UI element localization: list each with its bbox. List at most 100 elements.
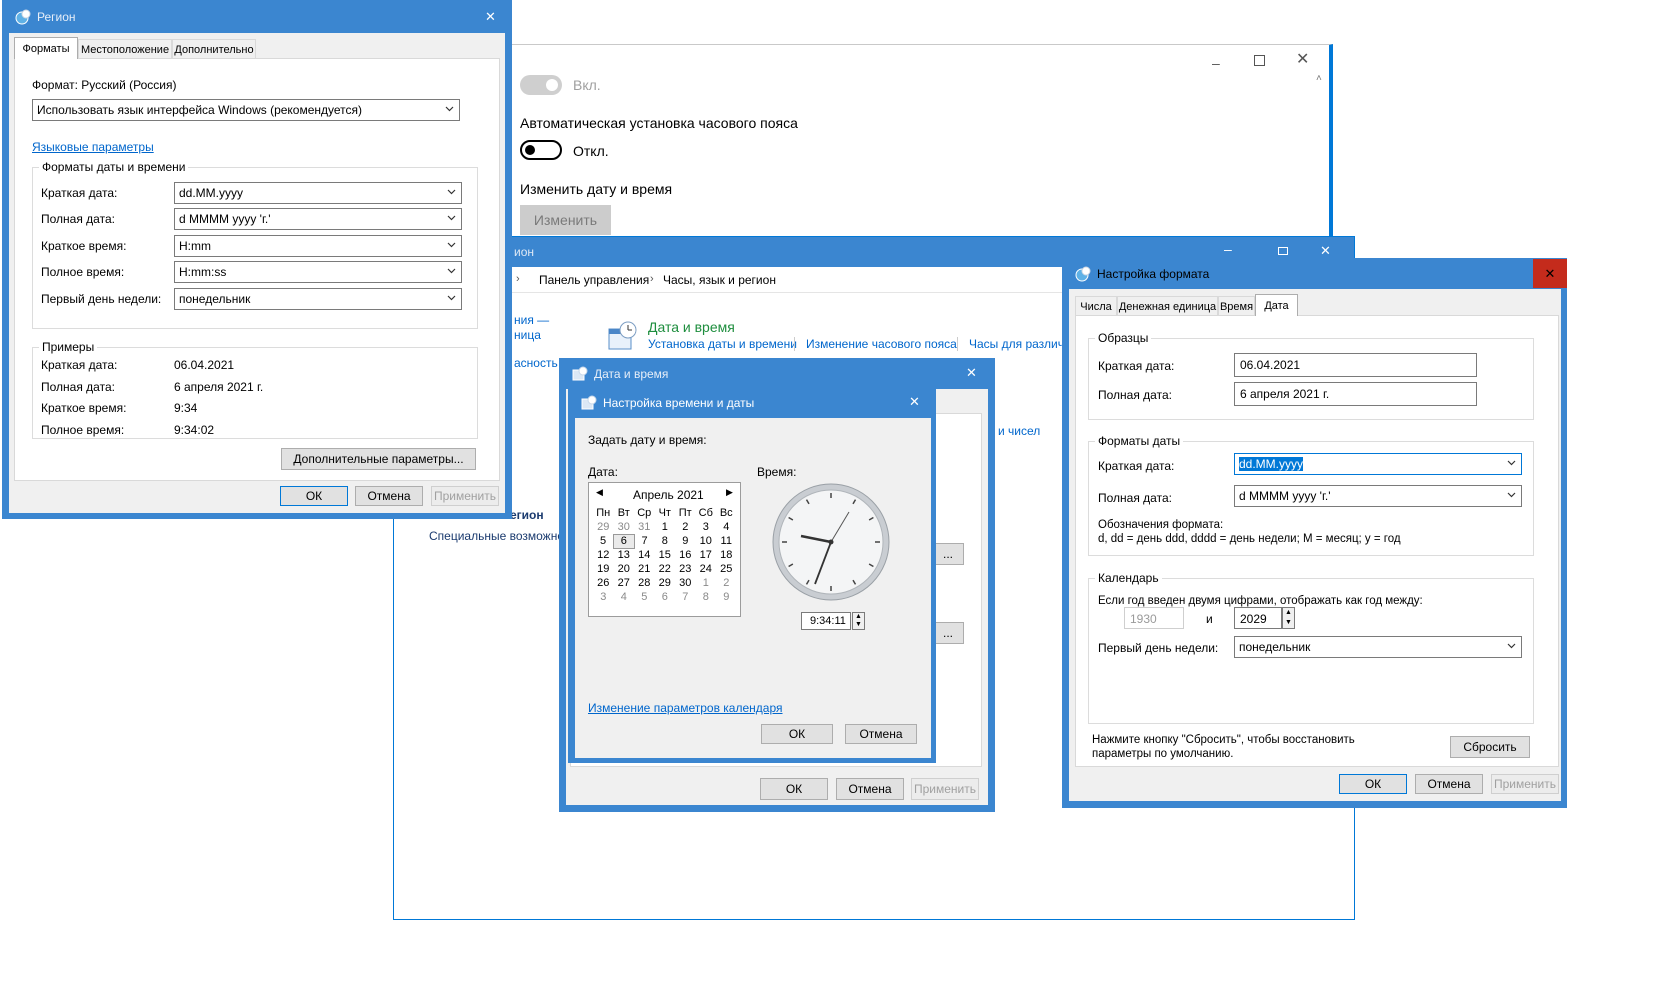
calendar-day[interactable]: 7 [675, 590, 696, 604]
tab-numbers[interactable]: Числа [1075, 296, 1117, 316]
sidebar-link-fragment[interactable]: асность [514, 356, 558, 370]
maximize-icon[interactable] [1254, 55, 1265, 66]
short-time-select[interactable]: H:mm [174, 235, 462, 257]
tab-location[interactable]: Местоположение [78, 39, 172, 59]
datetime-ok-button[interactable]: ОК [760, 778, 828, 800]
tab-currency[interactable]: Денежная единица [1117, 296, 1218, 316]
first-day-select[interactable]: понедельник [1234, 636, 1522, 658]
calendar-settings-link[interactable]: Изменение параметров календаря [588, 701, 783, 715]
sidebar-accessibility-fragment[interactable]: Специальные возможно [429, 529, 564, 543]
calendar-day[interactable]: 16 [675, 548, 696, 562]
calendar-day[interactable]: 3 [696, 520, 717, 534]
set-time-ok-button[interactable]: ОК [761, 724, 833, 744]
calendar-day[interactable]: 30 [614, 520, 635, 534]
calendar-day[interactable]: 15 [655, 548, 676, 562]
close-icon[interactable]: ✕ [485, 9, 496, 25]
calendar-day[interactable]: 12 [593, 548, 614, 562]
datetime-apply-button[interactable]: Применить [911, 778, 979, 800]
toggle-off[interactable] [520, 140, 562, 160]
calendar-day[interactable]: 27 [614, 576, 635, 590]
link-clocks[interactable]: Часы для различн [969, 337, 1071, 351]
calendar-day[interactable]: 3 [593, 590, 614, 604]
tab-formats[interactable]: Форматы [14, 37, 78, 59]
next-month-icon[interactable]: ▶ [726, 487, 733, 498]
more-button-fragment[interactable]: ... [932, 543, 964, 565]
toggle-on[interactable] [520, 75, 562, 95]
maximize-icon[interactable] [1278, 247, 1288, 255]
tab-date[interactable]: Дата [1255, 294, 1298, 316]
calendar-day[interactable]: 2 [675, 520, 696, 534]
region-ok-button[interactable]: ОК [280, 486, 348, 506]
set-time-cancel-button[interactable]: Отмена [845, 724, 917, 744]
spin-up-icon[interactable]: ▲ [1283, 608, 1294, 618]
minimize-icon[interactable]: – [1224, 241, 1232, 257]
calendar-month[interactable]: Апрель 2021 [633, 488, 704, 502]
prev-month-icon[interactable]: ◀ [596, 487, 603, 498]
calendar-day[interactable]: 9 [716, 590, 737, 604]
calendar-day[interactable]: 23 [675, 562, 696, 576]
link-set-datetime[interactable]: Установка даты и времени [648, 337, 797, 351]
language-settings-link[interactable]: Языковые параметры [32, 140, 154, 154]
calendar-day[interactable]: 7 [634, 534, 655, 548]
calendar-day[interactable]: 17 [696, 548, 717, 562]
calendar-day[interactable]: 14 [634, 548, 655, 562]
format-select[interactable]: Использовать язык интерфейса Windows (ре… [32, 99, 460, 121]
sidebar-link-fragment[interactable]: ница [514, 328, 541, 342]
more-button-fragment[interactable]: ... [932, 622, 964, 644]
short-date-select[interactable]: dd.MM.yyyy [174, 182, 462, 204]
calendar-day[interactable]: 9 [675, 534, 696, 548]
format-ok-button[interactable]: ОК [1339, 774, 1407, 794]
calendar-day[interactable]: 4 [716, 520, 737, 534]
advanced-settings-button[interactable]: Дополнительные параметры... [281, 448, 476, 470]
spin-down-icon[interactable]: ▼ [1283, 618, 1294, 628]
calendar-day[interactable]: 31 [634, 520, 655, 534]
time-spinner[interactable]: ▲ ▼ [852, 612, 865, 630]
reset-button[interactable]: Сбросить [1450, 736, 1530, 758]
link-numbers-fragment[interactable]: и чисел [998, 424, 1040, 438]
time-input[interactable]: 9:34:11 [801, 612, 851, 630]
change-button[interactable]: Изменить [520, 205, 611, 235]
region-apply-button[interactable]: Применить [431, 486, 499, 506]
calendar-day[interactable]: 5 [634, 590, 655, 604]
close-icon[interactable]: ✕ [1320, 243, 1331, 259]
close-icon[interactable]: ✕ [966, 365, 977, 381]
spin-down-icon[interactable]: ▼ [853, 621, 864, 629]
calendar-day[interactable]: 19 [593, 562, 614, 576]
calendar-day[interactable]: 11 [716, 534, 737, 548]
calendar-day[interactable]: 8 [696, 590, 717, 604]
long-date-select[interactable]: d MMMM yyyy 'г.' [174, 208, 462, 230]
calendar-day[interactable]: 24 [696, 562, 717, 576]
calendar-day-selected[interactable]: 6 [613, 533, 635, 549]
calendar-day[interactable]: 21 [634, 562, 655, 576]
close-icon[interactable]: ✕ [1296, 49, 1309, 69]
close-icon[interactable]: ✕ [909, 394, 920, 410]
calendar-day[interactable]: 10 [696, 534, 717, 548]
long-time-select[interactable]: H:mm:ss [174, 261, 462, 283]
long-date-format-select[interactable]: d MMMM yyyy 'г.' [1234, 485, 1522, 507]
sidebar-link-fragment[interactable]: ния — [514, 313, 549, 327]
tab-time[interactable]: Время [1218, 296, 1255, 316]
calendar-day[interactable]: 20 [614, 562, 635, 576]
link-change-timezone[interactable]: Изменение часового пояса [806, 337, 957, 351]
calendar-day[interactable]: 30 [675, 576, 696, 590]
calendar-day[interactable]: 1 [696, 576, 717, 590]
datetime-heading[interactable]: Дата и время [648, 319, 735, 335]
first-day-select[interactable]: понедельник [174, 288, 462, 310]
minimize-icon[interactable]: – [1212, 55, 1226, 71]
calendar-day[interactable]: 18 [716, 548, 737, 562]
calendar-day[interactable]: 28 [634, 576, 655, 590]
calendar-day[interactable]: 29 [593, 520, 614, 534]
calendar-day[interactable]: 8 [655, 534, 676, 548]
breadcrumb-control-panel[interactable]: Панель управления [539, 273, 649, 287]
calendar-day[interactable]: 29 [655, 576, 676, 590]
calendar[interactable]: ◀ Апрель 2021 ▶ Пн Вт Ср Чт Пт Сб Вс 29 30 31 1 2 3… [588, 482, 741, 617]
tab-advanced[interactable]: Дополнительно [172, 39, 256, 59]
calendar-day[interactable]: 13 [614, 548, 635, 562]
calendar-day[interactable]: 1 [655, 520, 676, 534]
short-date-format-select[interactable]: dd.MM.yyyy [1234, 453, 1522, 475]
calendar-day[interactable]: 6 [655, 590, 676, 604]
year-to-field[interactable]: 2029 [1234, 607, 1282, 629]
format-apply-button[interactable]: Применить [1491, 774, 1559, 794]
close-button[interactable]: ✕ [1533, 259, 1567, 288]
calendar-day[interactable]: 2 [716, 576, 737, 590]
